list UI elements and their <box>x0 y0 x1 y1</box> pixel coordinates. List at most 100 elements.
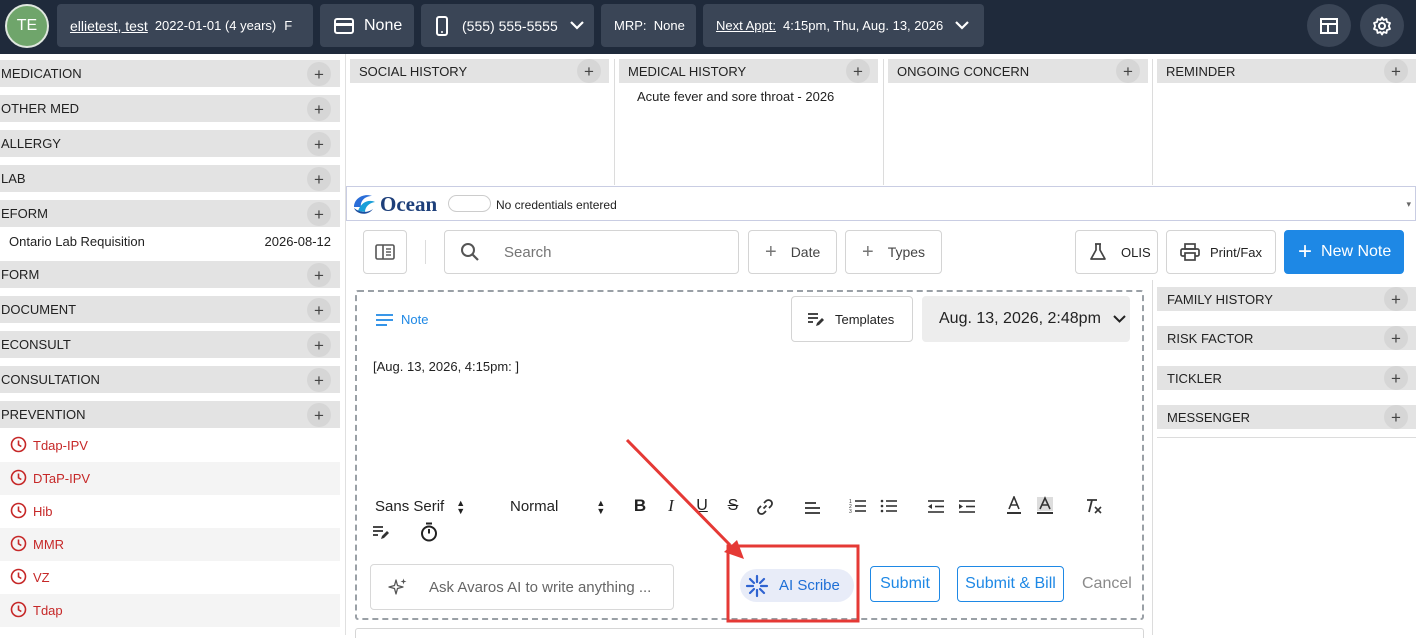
prevention-item[interactable]: MMR <box>0 528 340 561</box>
note-body[interactable]: [Aug. 13, 2026, 4:15pm: ] <box>373 359 519 374</box>
chevron-down-icon[interactable] <box>955 21 969 30</box>
date-filter-button[interactable]: + Date <box>748 230 837 274</box>
ocean-status: No credentials entered <box>496 198 617 212</box>
submit-bill-button[interactable]: Submit & Bill <box>957 566 1064 602</box>
add-icon[interactable]: + <box>307 263 331 287</box>
settings-button[interactable] <box>1360 4 1404 47</box>
cancel-button[interactable]: Cancel <box>1082 575 1132 593</box>
types-filter-button[interactable]: + Types <box>845 230 942 274</box>
section-other-med[interactable]: OTHER MED + <box>0 95 340 122</box>
section-title: ALLERGY <box>1 136 61 151</box>
prevention-item[interactable]: VZ <box>0 561 340 594</box>
section-title: FORM <box>1 267 40 282</box>
note-tab[interactable]: Note <box>375 312 428 327</box>
olis-button[interactable]: OLIS <box>1075 230 1158 274</box>
toggle-panel-button[interactable] <box>363 230 407 274</box>
add-icon[interactable]: + <box>307 333 331 357</box>
prevention-item-label: Tdap-IPV <box>33 438 88 453</box>
highlight-color-icon[interactable] <box>1035 495 1055 517</box>
timer-icon[interactable] <box>419 521 439 543</box>
ai-scribe-button[interactable]: AI Scribe <box>740 569 854 602</box>
add-icon[interactable]: + <box>307 167 331 191</box>
section-allergy[interactable]: ALLERGY + <box>0 130 340 157</box>
ai-prompt-field[interactable]: Ask Avaros AI to write anything ... <box>370 564 674 610</box>
prevention-item[interactable]: Hib <box>0 495 340 528</box>
add-icon[interactable]: + <box>307 368 331 392</box>
add-icon[interactable]: + <box>307 298 331 322</box>
italic-icon[interactable]: I <box>662 495 680 517</box>
section-consultation[interactable]: CONSULTATION + <box>0 366 340 393</box>
section-prevention[interactable]: PREVENTION + <box>0 401 340 428</box>
section-document[interactable]: DOCUMENT + <box>0 296 340 323</box>
avatar[interactable]: TE <box>5 4 49 48</box>
underline-icon[interactable]: U <box>693 495 711 517</box>
section-social-history[interactable]: SOCIAL HISTORY + <box>350 59 609 83</box>
section-medical-history[interactable]: MEDICAL HISTORY + <box>619 59 878 83</box>
add-icon[interactable]: + <box>307 132 331 156</box>
section-risk-factor[interactable]: RISK FACTOR + <box>1157 326 1416 350</box>
add-icon[interactable]: + <box>1116 59 1140 83</box>
align-left-icon[interactable] <box>802 498 822 518</box>
prevention-item[interactable]: Tdap <box>0 594 340 627</box>
patient-info-box[interactable]: ellietest, test 2022-01-01 (4 years) F <box>57 4 313 47</box>
ocean-toggle[interactable] <box>448 195 491 212</box>
section-ongoing-concern[interactable]: ONGOING CONCERN + <box>888 59 1148 83</box>
ocean-logo-icon <box>351 191 377 217</box>
section-eform[interactable]: EFORM + <box>0 200 340 227</box>
add-icon[interactable]: + <box>307 403 331 427</box>
eform-item[interactable]: Ontario Lab Requisition 2026-08-12 <box>0 231 340 251</box>
print-fax-button[interactable]: Print/Fax <box>1166 230 1276 274</box>
add-icon[interactable]: + <box>1384 287 1408 311</box>
next-appt-box[interactable]: Next Appt: 4:15pm, Thu, Aug. 13, 2026 <box>703 4 984 47</box>
link-icon[interactable] <box>755 497 775 517</box>
font-size-select[interactable]: Normal ▲ ▼ <box>510 498 605 515</box>
new-note-button[interactable]: + New Note <box>1284 230 1404 274</box>
add-icon[interactable]: + <box>577 59 601 83</box>
prevention-item[interactable]: Tdap-IPV <box>0 429 340 462</box>
section-lab[interactable]: LAB + <box>0 165 340 192</box>
medical-history-item[interactable]: Acute fever and sore throat - 2026 <box>637 89 834 104</box>
caret-down-icon[interactable]: ▾ <box>1406 199 1411 210</box>
ocean-bar[interactable]: Ocean No credentials entered ▾ <box>346 186 1416 221</box>
add-icon[interactable]: + <box>1384 366 1408 390</box>
chevron-down-icon[interactable] <box>569 21 584 30</box>
indent-icon[interactable] <box>957 496 977 516</box>
bullet-list-icon[interactable] <box>879 496 899 516</box>
clock-icon <box>10 502 27 522</box>
text-color-icon[interactable] <box>1004 495 1024 517</box>
font-family-select[interactable]: Sans Serif ▲ ▼ <box>375 498 465 515</box>
add-icon[interactable]: + <box>1384 405 1408 429</box>
templates-button[interactable]: Templates <box>791 296 913 342</box>
add-icon[interactable]: + <box>307 202 331 226</box>
phone-box[interactable]: (555) 555-5555 <box>421 4 594 47</box>
add-icon[interactable]: + <box>307 62 331 86</box>
section-family-history[interactable]: FAMILY HISTORY + <box>1157 287 1416 311</box>
ordered-list-icon[interactable]: 123 <box>848 496 868 516</box>
section-medication[interactable]: MEDICATION + <box>0 60 340 87</box>
section-form[interactable]: FORM + <box>0 261 340 288</box>
section-reminder[interactable]: REMINDER + <box>1157 59 1416 83</box>
clear-format-icon[interactable] <box>1084 495 1104 517</box>
next-appt-label[interactable]: Next Appt: <box>716 18 776 33</box>
insurance-box[interactable]: None <box>320 4 414 47</box>
patient-name[interactable]: ellietest, test <box>70 18 148 34</box>
note-datetime-picker[interactable]: Aug. 13, 2026, 2:48pm <box>922 296 1130 342</box>
search-field[interactable] <box>444 230 739 274</box>
prevention-item-label: Hib <box>33 504 53 519</box>
text-edit-icon[interactable] <box>371 522 391 542</box>
add-icon[interactable]: + <box>1384 59 1408 83</box>
prevention-item[interactable]: DTaP-IPV <box>0 462 340 495</box>
add-icon[interactable]: + <box>846 59 870 83</box>
outdent-icon[interactable] <box>926 496 946 516</box>
add-icon[interactable]: + <box>1384 326 1408 350</box>
section-tickler[interactable]: TICKLER + <box>1157 366 1416 390</box>
search-input[interactable] <box>504 243 724 261</box>
strikethrough-icon[interactable]: S <box>724 495 742 517</box>
section-messenger[interactable]: MESSENGER + <box>1157 405 1416 429</box>
bold-icon[interactable]: B <box>631 495 649 517</box>
layout-button[interactable] <box>1307 4 1351 47</box>
section-econsult[interactable]: ECONSULT + <box>0 331 340 358</box>
submit-button[interactable]: Submit <box>870 566 940 602</box>
top-bar: TE ellietest, test 2022-01-01 (4 years) … <box>0 0 1416 54</box>
add-icon[interactable]: + <box>307 97 331 121</box>
